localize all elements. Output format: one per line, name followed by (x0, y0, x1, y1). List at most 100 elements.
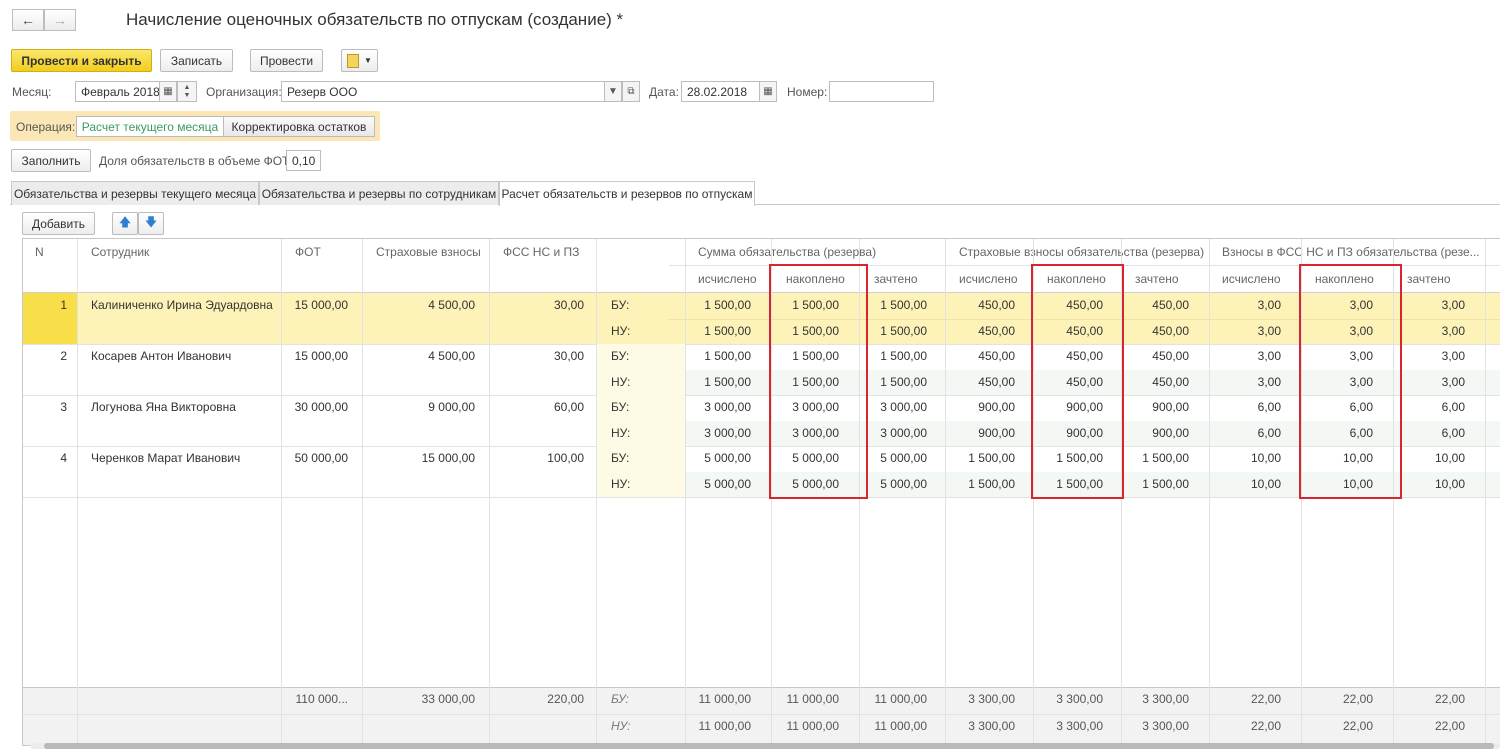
bu-amount: 900,00 (978, 400, 1015, 414)
insurance-value: 4 500,00 (428, 349, 475, 363)
insurance-value: 4 500,00 (428, 298, 475, 312)
share-field[interactable]: 0,10 (286, 150, 321, 171)
total-nu-amount: 11 000,00 (698, 719, 752, 733)
horizontal-scrollbar-thumb[interactable] (44, 743, 1494, 749)
vacation-reserve-table: N Сотрудник ФОТ Страховые взносы ФСС НС … (22, 238, 1500, 746)
report-icon (347, 53, 360, 68)
organization-open-button[interactable]: ⧉ (622, 81, 640, 102)
accounting-nu-label: НУ: (611, 476, 631, 491)
employee-name[interactable]: Калиниченко Ирина Эдуардовна (85, 293, 289, 318)
total-fss: 220,00 (547, 692, 584, 706)
nu-amount: 3 000,00 (704, 425, 751, 440)
number-field[interactable] (829, 81, 934, 102)
highlight-accumulated-insurance (1031, 264, 1124, 499)
highlight-accumulated-fss (1299, 264, 1402, 499)
column-divider (77, 239, 78, 745)
move-up-button[interactable]: 🡅 (112, 212, 138, 235)
column-divider (362, 239, 363, 745)
insurance-value: 15 000,00 (421, 451, 475, 465)
save-button[interactable]: Записать (160, 49, 233, 72)
total-fot: 110 000... (295, 692, 349, 706)
column-header-employee: Сотрудник (91, 245, 150, 259)
employee-name[interactable]: Логунова Яна Викторовна (85, 395, 289, 420)
column-divider (1485, 239, 1486, 745)
column-divider (281, 239, 282, 745)
nu-amount: 1 500,00 (968, 476, 1015, 491)
post-button[interactable]: Провести (250, 49, 323, 72)
month-field[interactable]: Февраль 2018 (75, 81, 160, 102)
total-nu-amount: 3 300,00 (968, 719, 1015, 733)
tab-by-employees[interactable]: Обязательства и резервы по сотрудникам (259, 181, 499, 205)
column-header-credited: зачтено (1407, 272, 1451, 286)
column-group-reserve-amount: Сумма обязательства (резерва) (698, 245, 877, 259)
row-number: 2 (60, 349, 67, 363)
post-and-close-button[interactable]: Провести и закрыть (11, 49, 152, 72)
total-nu-amount: 3 300,00 (1056, 719, 1103, 733)
operation-current-month-option[interactable]: Расчет текущего месяца (76, 116, 224, 137)
date-field[interactable]: 28.02.2018 (681, 81, 760, 102)
organization-label: Организация: (206, 85, 282, 99)
organization-field[interactable]: Резерв ООО (281, 81, 605, 102)
accounting-bu-label: БУ: (611, 451, 630, 465)
total-insurance: 33 000,00 (421, 692, 475, 706)
tab-vacation-calculation[interactable]: Расчет обязательств и резервов по отпуск… (499, 181, 755, 206)
column-divider (1209, 239, 1210, 745)
bu-amount: 1 500,00 (968, 451, 1015, 465)
total-bu-amount: 3 300,00 (1056, 692, 1103, 706)
employee-name[interactable]: Косарев Антон Иванович (85, 344, 289, 369)
row-divider (23, 497, 1500, 498)
fss-value: 100,00 (547, 451, 584, 465)
fill-button[interactable]: Заполнить (11, 149, 91, 172)
calendar-button[interactable]: ▦ (159, 81, 177, 102)
forward-button[interactable]: → (44, 9, 76, 31)
highlight-accumulated-reserve (769, 264, 868, 499)
row-number: 1 (60, 298, 67, 312)
column-header-fot: ФОТ (295, 245, 321, 259)
arrow-down-icon: 🡇 (144, 215, 158, 229)
column-divider (489, 239, 490, 745)
nu-amount: 450,00 (978, 323, 1015, 338)
accounting-bu-label: БУ: (611, 349, 630, 363)
column-divider (596, 239, 597, 745)
accounting-bu-label: БУ: (611, 400, 630, 414)
report-menu-button[interactable]: ▼ (341, 49, 378, 72)
column-group-insurance-reserve: Страховые взносы обязательства (резерва) (959, 245, 1205, 259)
bu-amount: 450,00 (978, 349, 1015, 363)
bu-amount: 1 500,00 (704, 298, 751, 312)
fot-value: 30 000,00 (294, 400, 348, 414)
total-bu-amount: 11 000,00 (698, 692, 752, 706)
back-button[interactable]: ← (12, 9, 44, 31)
accounting-bu-label: БУ: (611, 298, 630, 312)
column-header-fss: ФСС НС и ПЗ (503, 245, 580, 259)
fot-value: 15 000,00 (294, 349, 348, 363)
move-down-button[interactable]: 🡇 (138, 212, 164, 235)
calendar-icon: ▦ (763, 86, 773, 97)
arrow-left-icon: ← (21, 12, 35, 28)
fot-value: 15 000,00 (294, 298, 348, 312)
page-title: Начисление оценочных обязательств по отп… (126, 10, 624, 29)
bu-amount: 1 500,00 (704, 349, 751, 363)
number-label: Номер: (787, 85, 828, 99)
accounting-nu-label: НУ: (611, 425, 631, 440)
tab-current-month[interactable]: Обязательства и резервы текущего месяца (11, 181, 259, 205)
column-header-accrued: исчислено (1222, 272, 1281, 286)
accounting-nu-label: НУ: (611, 323, 631, 338)
share-label: Доля обязательств в объеме ФОТ: (99, 154, 293, 168)
add-button[interactable]: Добавить (22, 212, 95, 235)
total-bu-label: БУ: (611, 692, 629, 706)
organization-dropdown-button[interactable]: ▼ (604, 81, 622, 102)
fss-value: 60,00 (553, 400, 584, 414)
fss-value: 30,00 (553, 298, 584, 312)
fot-value: 50 000,00 (294, 451, 348, 465)
chevron-down-icon: ▼ (608, 86, 618, 97)
operation-adjustment-option[interactable]: Корректировка остатков (223, 116, 375, 137)
chevron-down-icon: ▼ (364, 56, 372, 65)
employee-name[interactable]: Черенков Марат Иванович (85, 446, 289, 471)
date-calendar-button[interactable]: ▦ (759, 81, 777, 102)
arrow-right-icon: → (53, 12, 67, 28)
month-stepper[interactable]: ▲ ▼ (177, 81, 197, 102)
nu-amount: 1 500,00 (704, 323, 751, 338)
nu-amount: 450,00 (978, 374, 1015, 389)
row-number: 3 (60, 400, 67, 414)
stepper-up-icon: ▲ (183, 83, 191, 91)
